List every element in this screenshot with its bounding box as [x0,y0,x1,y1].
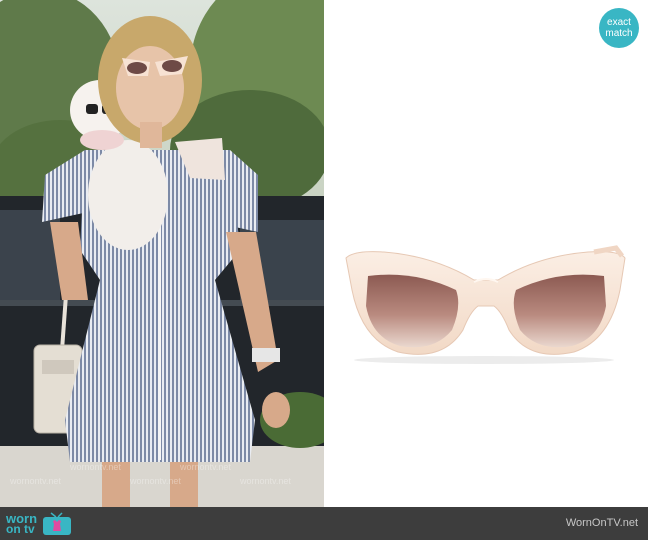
watermark-text: wornontv.net [180,462,231,472]
exact-match-badge: exact match [599,8,639,48]
sunglasses-image [345,245,626,364]
tv-icon [43,511,72,535]
watermark-text: wornontv.net [70,462,121,472]
watermark-text: wornontv.net [240,476,291,486]
watermark-text: wornontv.net [130,476,181,486]
logo-on-tv-text: on tv [6,521,35,536]
wornontv-logo[interactable]: worn on tv [6,510,73,537]
logo-wordmark: worn on tv [6,512,37,536]
product-image[interactable] [324,0,648,507]
outfit-photo: wornontv.net wornontv.net wornontv.net w… [0,0,324,507]
site-url[interactable]: WornOnTV.net [566,517,638,529]
badge-line-1: exact [607,17,631,28]
badge-line-2: match [605,28,633,39]
footer-bar: worn on tv WornOnTV.net [0,507,648,540]
page: wornontv.net wornontv.net wornontv.net w… [0,0,648,540]
watermark-text: wornontv.net [10,476,61,486]
